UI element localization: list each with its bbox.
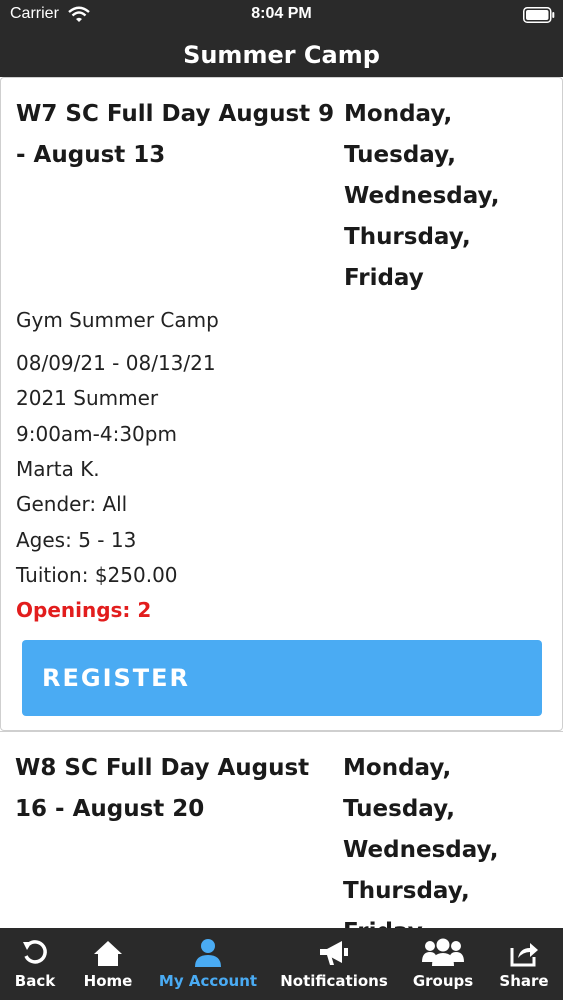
class-dates: 08/09/21 - 08/13/21 <box>16 351 216 375</box>
groups-icon <box>422 938 464 966</box>
class-ages: Ages: 5 - 13 <box>16 528 137 552</box>
tab-bar: Back Home My Account Notifications Group… <box>0 928 563 1000</box>
share-icon <box>510 943 538 967</box>
day-label: Thursday, <box>344 224 471 250</box>
class-title: W8 SC Full Day August 16 - August 20 <box>15 755 310 822</box>
day-label: Friday <box>344 265 424 291</box>
tab-home[interactable]: Home <box>72 928 144 1000</box>
class-days: Monday, Tuesday, Wednesday, Thursday, Fr… <box>344 94 554 299</box>
day-label: Friday <box>343 912 553 928</box>
battery-icon <box>523 7 555 23</box>
day-label: Thursday, <box>343 878 470 904</box>
home-icon <box>94 941 122 966</box>
tab-label: Back <box>14 972 56 990</box>
tab-label: Notifications <box>280 972 388 990</box>
class-card: W8 SC Full Day August 16 - August 20 Mon… <box>0 731 563 928</box>
tab-label: Share <box>499 972 549 990</box>
class-card: W7 SC Full Day August 9 - August 13 Mond… <box>0 77 563 731</box>
user-icon <box>195 939 221 967</box>
back-icon <box>23 940 47 964</box>
day-label: Wednesday, <box>344 183 500 209</box>
tab-label: Home <box>83 972 133 990</box>
openings-label: Openings: 2 <box>16 598 152 622</box>
class-gender: Gender: All <box>16 492 128 516</box>
day-label: Monday, <box>343 755 452 781</box>
day-label: Tuesday, <box>343 796 456 822</box>
day-label: Tuesday, <box>344 142 457 168</box>
class-instructor: Marta K. <box>16 457 100 481</box>
class-session: 2021 Summer <box>16 386 159 410</box>
tab-back[interactable]: Back <box>0 928 70 1000</box>
page-title: Summer Camp <box>183 41 380 69</box>
day-label: Wednesday, <box>343 837 499 863</box>
nav-bar: Summer Camp <box>0 32 563 77</box>
clock: 8:04 PM <box>251 5 312 22</box>
megaphone-icon <box>320 941 348 965</box>
tab-share[interactable]: Share <box>493 928 555 1000</box>
day-label: Monday, <box>344 101 453 127</box>
tab-my-account[interactable]: My Account <box>153 928 263 1000</box>
tab-label: Groups <box>412 972 474 990</box>
class-days: Monday, Tuesday, Wednesday, Thursday, Fr… <box>343 748 553 928</box>
tab-notifications[interactable]: Notifications <box>275 928 393 1000</box>
status-bar: Carrier 8:04 PM <box>0 0 563 32</box>
class-title: W7 SC Full Day August 9 - August 13 <box>16 101 335 168</box>
register-button[interactable]: REGISTER <box>22 640 542 716</box>
tab-label: My Account <box>158 972 258 990</box>
tab-groups[interactable]: Groups <box>403 928 483 1000</box>
class-time: 9:00am-4:30pm <box>16 422 177 446</box>
class-list[interactable]: W7 SC Full Day August 9 - August 13 Mond… <box>0 77 563 928</box>
class-tuition: Tuition: $250.00 <box>16 563 178 587</box>
class-location: Gym Summer Camp <box>16 308 219 332</box>
